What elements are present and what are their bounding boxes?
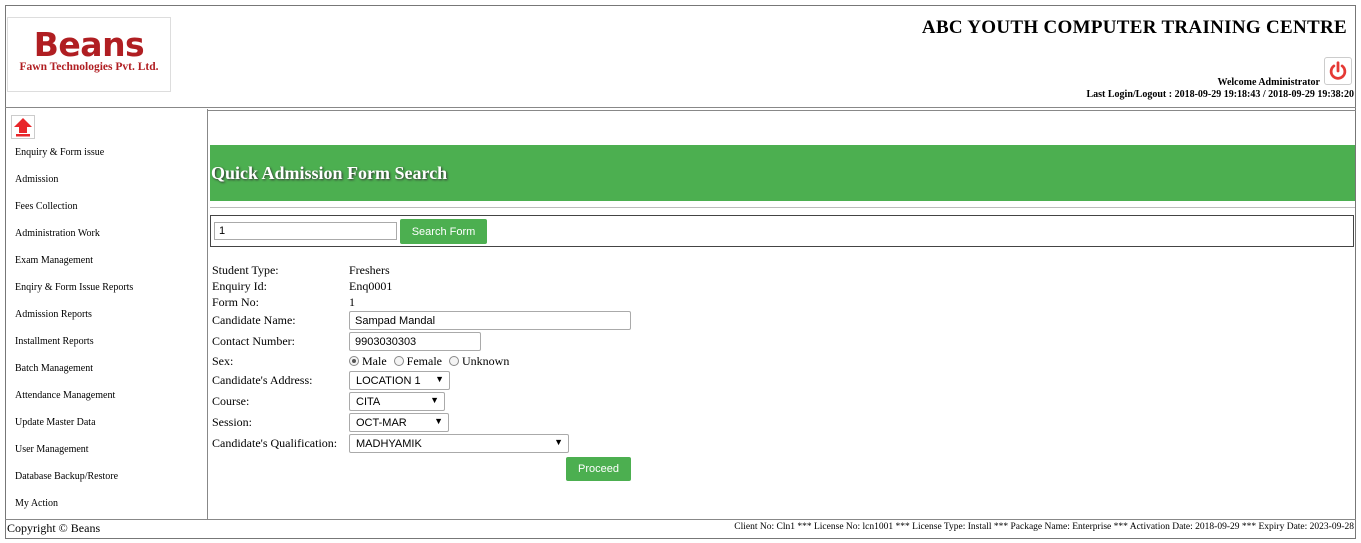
course-label: Course: xyxy=(212,394,250,408)
sidebar-item-exam-management[interactable]: Exam Management xyxy=(15,253,133,280)
qualification-select-value: MADHYAMIK xyxy=(356,438,422,450)
course-select[interactable]: CITA ▼ xyxy=(349,392,445,411)
sidebar-item-fees-collection[interactable]: Fees Collection xyxy=(15,199,133,226)
logo: Beans Fawn Technologies Pvt. Ltd. xyxy=(7,17,171,92)
logout-button[interactable] xyxy=(1324,57,1352,85)
license-info: Client No: Cln1 *** License No: lcn1001 … xyxy=(734,522,1354,532)
address-label: Candidate's Address: xyxy=(212,373,313,387)
copyright-text: Copyright © Beans xyxy=(7,521,101,535)
session-select[interactable]: OCT-MAR ▼ xyxy=(349,413,449,432)
student-type-label: Student Type: xyxy=(212,263,279,277)
last-login-text: Last Login/Logout : 2018-09-29 19:18:43 … xyxy=(1086,89,1355,100)
sidebar-item-admission-reports[interactable]: Admission Reports xyxy=(15,307,133,334)
candidate-name-label: Candidate Name: xyxy=(212,313,296,327)
sex-radio-group: Male Female Unknown xyxy=(349,354,513,369)
banner-divider xyxy=(210,207,1355,208)
session-label: Session: xyxy=(212,415,253,429)
logo-title: Beans xyxy=(33,25,145,64)
form-search-input[interactable] xyxy=(214,222,397,240)
sex-option-female[interactable]: Female xyxy=(393,354,442,368)
arrow-up-icon xyxy=(14,118,32,137)
qualification-select[interactable]: MADHYAMIK ▼ xyxy=(349,434,569,453)
welcome-text: Welcome Administrator xyxy=(1217,77,1320,88)
enquiry-id-value: Enq0001 xyxy=(349,279,393,293)
address-select[interactable]: LOCATION 1 ▼ xyxy=(349,371,450,390)
proceed-button[interactable]: Proceed xyxy=(566,457,631,481)
page-title: Quick Admission Form Search xyxy=(211,163,448,183)
form-no-label: Form No: xyxy=(212,295,260,309)
chevron-down-icon: ▼ xyxy=(434,416,443,426)
sidebar: Enquiry & Form issue Admission Fees Coll… xyxy=(5,109,208,519)
content-divider xyxy=(208,110,1356,111)
chevron-down-icon: ▼ xyxy=(554,437,563,447)
page-banner: Quick Admission Form Search xyxy=(210,145,1355,201)
sex-option-unknown[interactable]: Unknown xyxy=(448,354,509,368)
address-select-value: LOCATION 1 xyxy=(356,375,421,387)
header-divider xyxy=(5,107,1356,108)
sex-label: Sex: xyxy=(212,354,234,368)
chevron-down-icon: ▼ xyxy=(430,395,439,405)
sidebar-item-enquiry-form-issue[interactable]: Enquiry & Form issue xyxy=(15,145,133,172)
contact-number-input[interactable] xyxy=(349,332,481,351)
sidebar-item-administration-work[interactable]: Administration Work xyxy=(15,226,133,253)
radio-female[interactable] xyxy=(393,356,404,366)
student-type-value: Freshers xyxy=(349,263,390,277)
sidebar-item-database-backup[interactable]: Database Backup/Restore xyxy=(15,469,133,496)
sex-option-male[interactable]: Male xyxy=(349,354,387,368)
sidebar-item-admission[interactable]: Admission xyxy=(15,172,133,199)
enquiry-id-label: Enquiry Id: xyxy=(212,279,267,293)
search-bar: Search Form xyxy=(210,215,1354,247)
chevron-down-icon: ▼ xyxy=(435,374,444,384)
collapse-menu-button[interactable] xyxy=(11,115,35,139)
logo-subtitle: Fawn Technologies Pvt. Ltd. xyxy=(19,61,159,73)
sidebar-item-user-management[interactable]: User Management xyxy=(15,442,133,469)
sidebar-item-update-master-data[interactable]: Update Master Data xyxy=(15,415,133,442)
candidate-name-input[interactable] xyxy=(349,311,631,330)
footer-divider xyxy=(5,519,1356,520)
org-title: ABC YOUTH COMPUTER TRAINING CENTRE xyxy=(921,17,1347,38)
sidebar-item-attendance-management[interactable]: Attendance Management xyxy=(15,388,133,415)
course-select-value: CITA xyxy=(356,396,381,408)
qualification-label: Candidate's Qualification: xyxy=(212,436,338,450)
sidebar-menu: Enquiry & Form issue Admission Fees Coll… xyxy=(15,145,133,523)
sidebar-item-installment-reports[interactable]: Installment Reports xyxy=(15,334,133,361)
radio-unknown[interactable] xyxy=(448,356,459,366)
form-no-value: 1 xyxy=(349,295,355,309)
radio-male[interactable] xyxy=(349,356,359,366)
sidebar-item-enquiry-reports[interactable]: Enqiry & Form Issue Reports xyxy=(15,280,133,307)
session-select-value: OCT-MAR xyxy=(356,417,407,429)
search-form-button[interactable]: Search Form xyxy=(400,219,487,244)
sidebar-item-batch-management[interactable]: Batch Management xyxy=(15,361,133,388)
power-icon xyxy=(1329,61,1347,80)
contact-number-label: Contact Number: xyxy=(212,334,295,348)
